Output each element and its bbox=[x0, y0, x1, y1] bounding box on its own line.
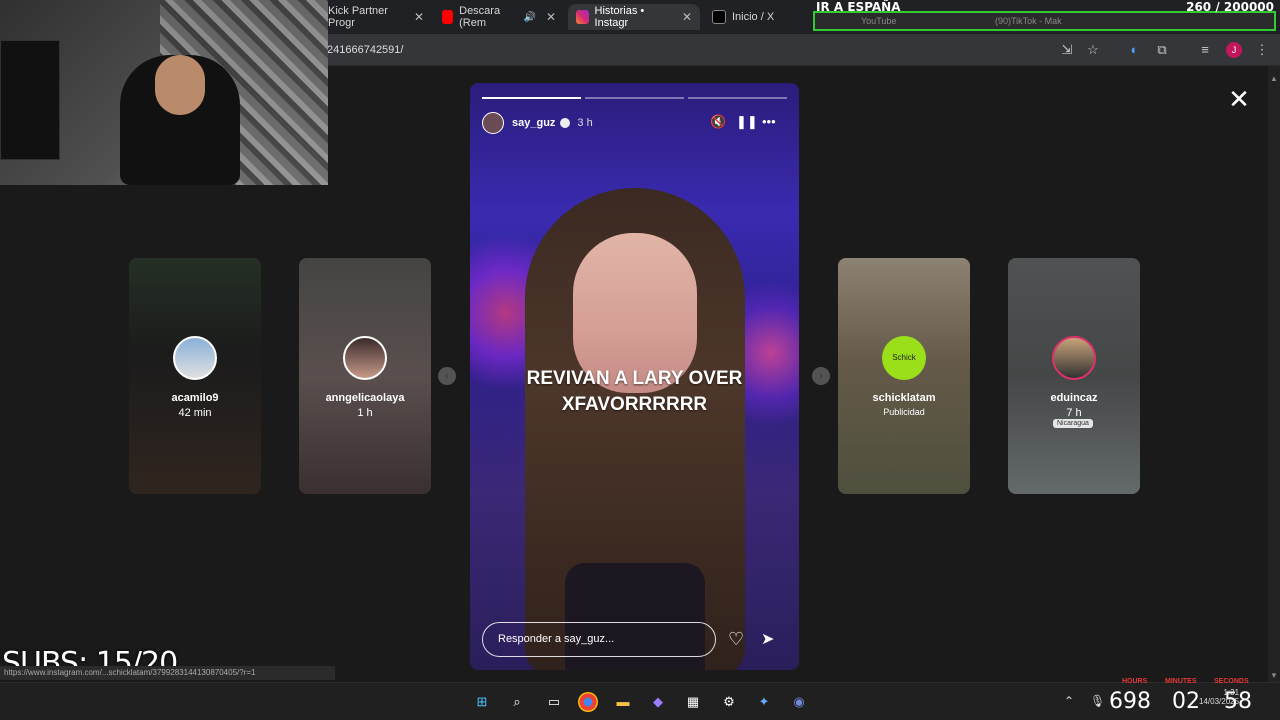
system-clock[interactable]: 1:31 14/03/2025 bbox=[1199, 688, 1239, 706]
x-icon bbox=[712, 10, 726, 24]
extension-icon[interactable]: ◖ bbox=[1125, 42, 1141, 58]
send-icon[interactable]: ➤ bbox=[761, 629, 774, 649]
tab-label: Kick Partner Progr bbox=[328, 5, 388, 29]
scrollbar[interactable]: ▲ ▼ bbox=[1268, 66, 1280, 682]
story-user: anngelicaolaya bbox=[325, 392, 405, 404]
heart-icon[interactable]: ♡ bbox=[728, 629, 744, 650]
progress-segment bbox=[482, 97, 581, 99]
story-username[interactable]: say_guz bbox=[512, 117, 555, 129]
schick-logo: Schick bbox=[882, 336, 926, 380]
avatar bbox=[173, 336, 217, 380]
avatar bbox=[1052, 336, 1096, 380]
search-icon[interactable]: ⌕ bbox=[507, 692, 527, 712]
profile-avatar[interactable]: J bbox=[1226, 42, 1242, 58]
story-header: say_guz 3 h 🔇 ❚❚ ••• bbox=[482, 111, 787, 135]
reply-input[interactable]: Responder a say_guz... bbox=[482, 622, 716, 657]
active-story[interactable]: say_guz 3 h 🔇 ❚❚ ••• REVIVAN A LARY OVER… bbox=[470, 83, 799, 670]
progress-segment bbox=[688, 97, 787, 99]
app-icon[interactable]: ⚙ bbox=[719, 692, 739, 712]
tab-label: Descara (Rem bbox=[459, 5, 501, 29]
menu-kebab-icon[interactable]: ⋮ bbox=[1254, 42, 1270, 58]
caption-line: XFAVORRRRRR bbox=[561, 394, 708, 415]
tab-label: Inicio / X bbox=[732, 11, 775, 23]
close-tab-icon[interactable]: ✕ bbox=[682, 10, 692, 24]
webcam-streamer-head bbox=[155, 55, 205, 115]
chrome-icon[interactable] bbox=[578, 692, 598, 712]
youtube-icon bbox=[442, 10, 454, 24]
scroll-down-icon[interactable]: ▼ bbox=[1270, 671, 1278, 680]
steam-icon[interactable]: ✦ bbox=[754, 692, 774, 712]
instagram-icon bbox=[576, 10, 589, 24]
discord-icon[interactable]: ◉ bbox=[789, 692, 809, 712]
progress-segment bbox=[585, 97, 684, 99]
story-preview-eduincaz[interactable]: eduincaz 7 h Nicaragua bbox=[1008, 258, 1140, 494]
story-time: Publicidad bbox=[883, 407, 925, 417]
pause-icon[interactable]: ❚❚ bbox=[736, 114, 758, 130]
more-options-icon[interactable]: ••• bbox=[762, 114, 776, 129]
tab-label: Historias • Instagr bbox=[594, 5, 645, 29]
task-view-icon[interactable]: ▭ bbox=[544, 692, 564, 712]
story-preview-schicklatam[interactable]: Schick schicklatam Publicidad bbox=[838, 258, 970, 494]
stream-timer-hours: 698 bbox=[1109, 689, 1151, 714]
tab-kick[interactable]: Kick Partner Progr ✕ bbox=[320, 4, 432, 30]
chevron-up-icon[interactable]: ⌃ bbox=[1064, 694, 1074, 708]
story-time: 42 min bbox=[178, 407, 212, 419]
app-icon[interactable]: ◆ bbox=[648, 692, 668, 712]
install-app-icon[interactable]: ⇲ bbox=[1059, 42, 1075, 58]
file-explorer-icon[interactable]: ▬ bbox=[613, 692, 633, 712]
story-time: 3 h bbox=[577, 117, 593, 129]
story-user: eduincaz bbox=[1050, 392, 1098, 404]
story-time: 7 h bbox=[1066, 407, 1082, 419]
microphone-icon[interactable]: 🎙 bbox=[1090, 694, 1105, 708]
story-user: schicklatam bbox=[872, 392, 936, 404]
caption-line: REVIVAN A LARY OVER bbox=[526, 368, 743, 389]
speaker-icon[interactable]: 🔊 bbox=[523, 12, 535, 23]
close-tab-icon[interactable]: ✕ bbox=[414, 10, 424, 24]
scroll-up-icon[interactable]: ▲ bbox=[1270, 74, 1278, 83]
stream-goal-bar: YouTube (90)TikTok - Mak bbox=[813, 11, 1276, 31]
app-icon[interactable]: ▦ bbox=[683, 692, 703, 712]
avatar[interactable] bbox=[482, 112, 504, 134]
tab-instagram[interactable]: Historias • Instagr ✕ bbox=[568, 4, 700, 30]
next-story-button[interactable]: › bbox=[812, 367, 830, 385]
url-field[interactable]: 241666742591/ bbox=[327, 44, 403, 56]
windows-start-icon[interactable]: ⊞ bbox=[472, 692, 492, 712]
link-status-url: https://www.instagram.com/...schicklatam… bbox=[0, 666, 335, 680]
overlay-tab-label: YouTube bbox=[861, 16, 897, 26]
overlay-tab-label: (90)TikTok - Mak bbox=[995, 16, 1062, 26]
bookmark-star-icon[interactable]: ☆ bbox=[1085, 42, 1101, 58]
story-preview-acamilo9[interactable]: acamilo9 42 min bbox=[129, 258, 261, 494]
extensions-puzzle-icon[interactable]: ⧉ bbox=[1154, 42, 1170, 58]
clock-time: 1:31 bbox=[1223, 688, 1240, 697]
location-tag[interactable]: Nicaragua bbox=[1053, 419, 1093, 428]
story-preview-anngelicaolaya[interactable]: anngelicaolaya 1 h bbox=[299, 258, 431, 494]
stream-timer-minutes: 02 bbox=[1172, 689, 1200, 714]
story-time: 1 h bbox=[357, 407, 373, 419]
previous-story-button[interactable]: ‹ bbox=[438, 367, 456, 385]
timer-label: HOURS bbox=[1122, 678, 1148, 685]
webcam-overlay bbox=[0, 0, 328, 185]
webcam-pc bbox=[0, 40, 60, 160]
close-icon[interactable]: ✕ bbox=[1228, 86, 1250, 112]
story-progress bbox=[482, 97, 787, 99]
stream-goal-counter: 260 / 200000 bbox=[1186, 0, 1274, 14]
close-tab-icon[interactable]: ✕ bbox=[546, 10, 556, 24]
story-caption: REVIVAN A LARY OVER XFAVORRRRRR bbox=[490, 366, 779, 418]
taskbar: ⊞ ⌕ ▭ ▬ ◆ ▦ ⚙ ✦ ◉ ⌃ 🎙 698 02 58 bbox=[0, 682, 1280, 720]
media-control-icon[interactable]: ≡ bbox=[1197, 42, 1213, 58]
tab-x[interactable]: Inicio / X bbox=[704, 4, 804, 30]
timer-label: SECONDS bbox=[1214, 678, 1249, 685]
avatar bbox=[343, 336, 387, 380]
mute-icon[interactable]: 🔇 bbox=[710, 114, 726, 130]
clock-date: 14/03/2025 bbox=[1199, 697, 1240, 706]
verified-badge-icon bbox=[560, 118, 571, 128]
tab-youtube[interactable]: Descara (Rem 🔊 ✕ bbox=[434, 4, 564, 30]
stream-goal-title: IR A ESPAÑA bbox=[816, 0, 901, 14]
timer-label: MINUTES bbox=[1165, 678, 1197, 685]
story-user: acamilo9 bbox=[171, 392, 219, 404]
